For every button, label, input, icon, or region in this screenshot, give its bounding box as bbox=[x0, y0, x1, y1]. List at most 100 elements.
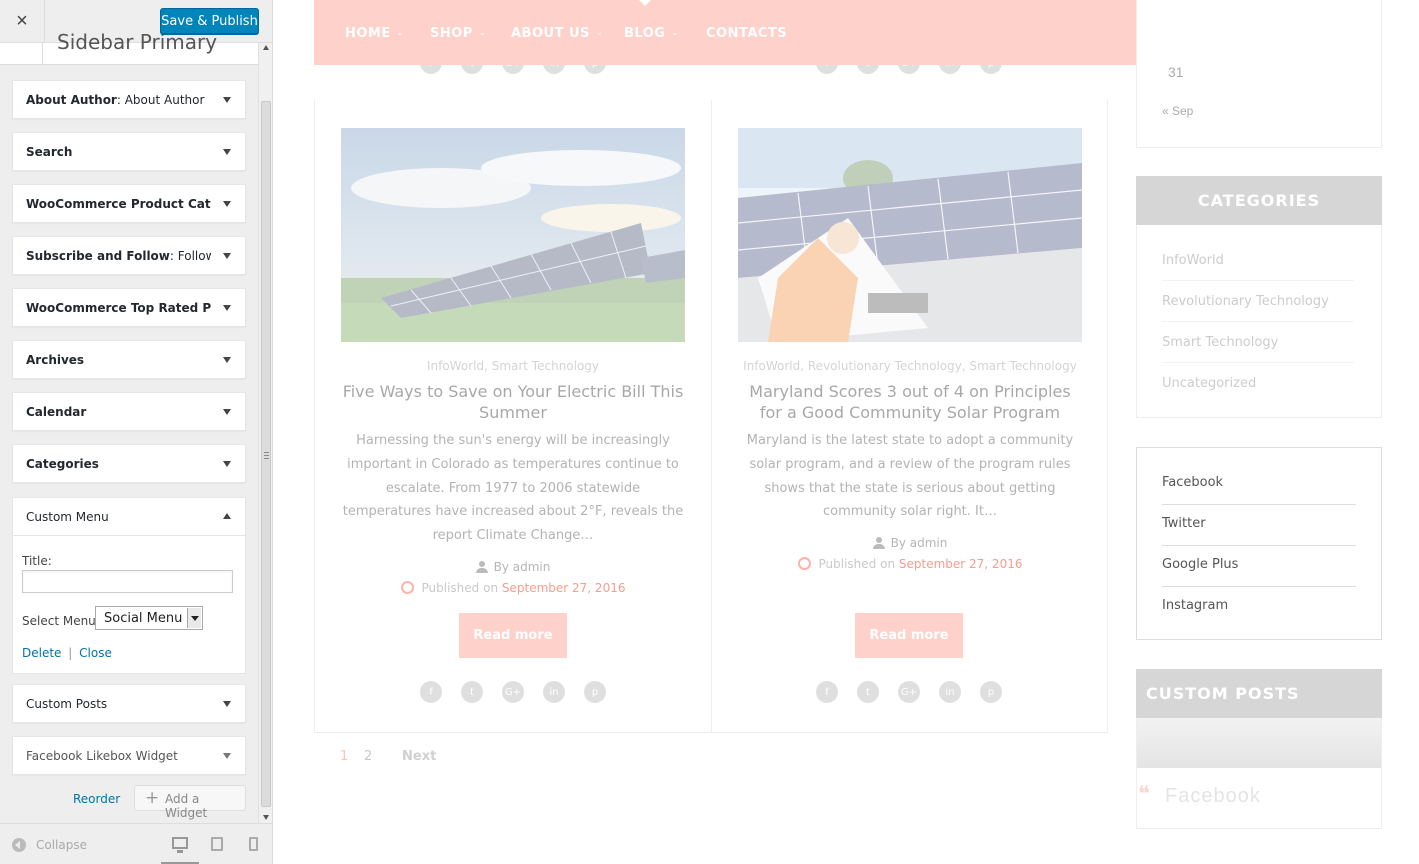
linkedin-icon[interactable]: in bbox=[939, 681, 961, 703]
google-plus-icon[interactable]: G+ bbox=[502, 681, 524, 703]
mobile-preview-icon[interactable] bbox=[249, 837, 258, 851]
facebook-icon[interactable]: f bbox=[816, 681, 838, 703]
widget-about-author[interactable]: About Author: About Author bbox=[12, 80, 246, 119]
google-plus-icon[interactable]: G+ bbox=[898, 681, 920, 703]
social-menu-twitter[interactable]: Twitter bbox=[1162, 516, 1356, 546]
social-menu-instagram[interactable]: Instagram bbox=[1162, 598, 1356, 627]
read-more-button[interactable]: Read more bbox=[855, 613, 963, 658]
widget-title: Custom Menu bbox=[26, 510, 109, 524]
chevron-down-icon[interactable] bbox=[223, 201, 231, 207]
post-image-solar-field[interactable] bbox=[341, 128, 685, 342]
read-more-button[interactable]: Read more bbox=[459, 613, 567, 658]
desktop-preview-icon[interactable] bbox=[172, 837, 188, 853]
chevron-down-icon[interactable] bbox=[187, 608, 201, 628]
widget-custom-menu-header[interactable]: Custom Menu bbox=[13, 498, 245, 536]
chevron-down-icon[interactable] bbox=[223, 753, 231, 759]
widget-categories[interactable]: Categories bbox=[12, 444, 246, 483]
facebook-icon[interactable]: f bbox=[420, 681, 442, 703]
select-menu-value: Social Menu bbox=[104, 611, 183, 626]
chevron-down-icon[interactable] bbox=[223, 461, 231, 467]
page-current: 1 bbox=[340, 749, 349, 764]
widget-woocommerce-top-rated[interactable]: WooCommerce Top Rated Pr... bbox=[12, 288, 246, 327]
user-icon bbox=[475, 561, 488, 573]
chevron-down-icon[interactable] bbox=[223, 97, 231, 103]
nav-blog[interactable]: BLOG ⌄ bbox=[624, 26, 679, 41]
post-author[interactable]: By admin bbox=[738, 536, 1082, 550]
page-link[interactable]: 2 bbox=[364, 749, 372, 764]
chevron-down-icon[interactable] bbox=[223, 701, 231, 707]
user-icon bbox=[872, 537, 885, 549]
nav-about-us[interactable]: ABOUT US ⌄ bbox=[511, 26, 603, 41]
social-share-row: f t G+ in p bbox=[816, 681, 1002, 703]
chevron-down-icon[interactable] bbox=[223, 305, 231, 311]
pinterest-icon[interactable]: p bbox=[584, 681, 606, 703]
widget-title: Facebook Likebox Widget bbox=[26, 749, 178, 763]
scrollbar[interactable] bbox=[258, 43, 272, 823]
scrollbar-thumb[interactable] bbox=[261, 101, 271, 807]
widget-search[interactable]: Search bbox=[12, 132, 246, 171]
select-menu-dropdown[interactable]: Social Menu bbox=[95, 606, 203, 630]
post-title[interactable]: Maryland Scores 3 out of 4 on Principles… bbox=[738, 381, 1082, 423]
add-widget-button[interactable]: + Add a Widget bbox=[134, 785, 246, 820]
widget-custom-posts[interactable]: Custom Posts bbox=[12, 684, 246, 723]
widgets-panel: About Author: About Author Search WooCom… bbox=[0, 43, 258, 823]
social-menu-facebook[interactable]: Facebook bbox=[1162, 475, 1356, 505]
widget-archives[interactable]: Archives bbox=[12, 340, 246, 379]
chevron-up-icon[interactable] bbox=[223, 513, 231, 519]
customizer-footer: Collapse bbox=[0, 823, 272, 864]
scroll-down-arrow-icon[interactable] bbox=[263, 815, 269, 820]
category-link[interactable]: Uncategorized bbox=[1162, 376, 1354, 403]
calendar-day[interactable]: 31 bbox=[1168, 64, 1184, 80]
post-image-solar-worker[interactable] bbox=[738, 128, 1082, 342]
widget-title: WooCommerce Top Rated Pr... bbox=[26, 301, 211, 315]
nav-contacts[interactable]: CONTACTS bbox=[706, 26, 787, 41]
calendar-prev-month-link[interactable]: « Sep bbox=[1162, 104, 1193, 118]
chevron-down-icon[interactable] bbox=[223, 357, 231, 363]
custom-posts-placeholder bbox=[1137, 718, 1381, 768]
post-excerpt: Maryland is the latest state to adopt a … bbox=[746, 433, 1074, 520]
twitter-icon[interactable]: t bbox=[857, 681, 879, 703]
widget-subscribe-follow[interactable]: Subscribe and Follow: Follow... bbox=[12, 236, 246, 275]
collapse-icon[interactable] bbox=[12, 838, 26, 852]
post-categories[interactable]: InfoWorld, Smart Technology bbox=[341, 359, 685, 373]
widget-facebook-likebox[interactable]: Facebook Likebox Widget bbox=[12, 736, 246, 775]
collapse-button[interactable]: Collapse bbox=[36, 838, 87, 852]
chevron-down-icon: ⌄ bbox=[478, 28, 487, 37]
quote-icon: ❝ bbox=[1138, 782, 1150, 807]
clock-icon bbox=[797, 557, 811, 570]
reorder-link[interactable]: Reorder bbox=[73, 792, 120, 806]
widget-title: Categories bbox=[26, 457, 99, 471]
chevron-down-icon[interactable] bbox=[223, 149, 231, 155]
linkedin-icon[interactable]: in bbox=[543, 681, 565, 703]
category-link[interactable]: Smart Technology bbox=[1162, 335, 1354, 363]
twitter-icon[interactable]: t bbox=[461, 681, 483, 703]
post-date: Published on September 27, 2016 bbox=[341, 581, 685, 595]
delete-link[interactable]: Delete bbox=[22, 646, 61, 660]
close-link[interactable]: Close bbox=[79, 646, 112, 660]
add-widget-label: Add a Widget bbox=[165, 792, 208, 820]
tablet-preview-icon[interactable] bbox=[211, 837, 223, 851]
post-title[interactable]: Five Ways to Save on Your Electric Bill … bbox=[341, 381, 685, 423]
social-menu-google-plus[interactable]: Google Plus bbox=[1162, 557, 1356, 587]
widget-woocommerce-product-categories[interactable]: WooCommerce Product Cate... bbox=[12, 184, 246, 223]
widget-calendar[interactable]: Calendar bbox=[12, 392, 246, 431]
nav-shop[interactable]: SHOP ⌄ bbox=[430, 26, 486, 41]
category-link[interactable]: InfoWorld bbox=[1162, 253, 1354, 281]
facebook-widget-title: Facebook bbox=[1165, 785, 1261, 807]
chevron-down-icon: ⌄ bbox=[671, 28, 679, 37]
nav-home[interactable]: HOME ⌄ bbox=[345, 26, 404, 41]
post-author[interactable]: By admin bbox=[341, 560, 685, 574]
scroll-up-arrow-icon[interactable] bbox=[263, 45, 269, 50]
category-link[interactable]: Revolutionary Technology bbox=[1162, 294, 1354, 322]
select-menu-label: Select Menu: bbox=[22, 614, 100, 628]
close-icon[interactable]: × bbox=[0, 0, 45, 43]
post-categories[interactable]: InfoWorld, Revolutionary Technology, Sma… bbox=[738, 359, 1082, 373]
chevron-down-icon: ⌄ bbox=[396, 28, 404, 37]
chevron-down-icon[interactable] bbox=[223, 409, 231, 415]
widget-title: Search bbox=[26, 145, 73, 159]
title-input[interactable] bbox=[22, 570, 233, 593]
pinterest-icon[interactable]: p bbox=[980, 681, 1002, 703]
chevron-down-icon[interactable] bbox=[223, 253, 231, 259]
widget-title: Custom Posts bbox=[26, 697, 108, 711]
widget-title: About Author bbox=[26, 93, 117, 107]
